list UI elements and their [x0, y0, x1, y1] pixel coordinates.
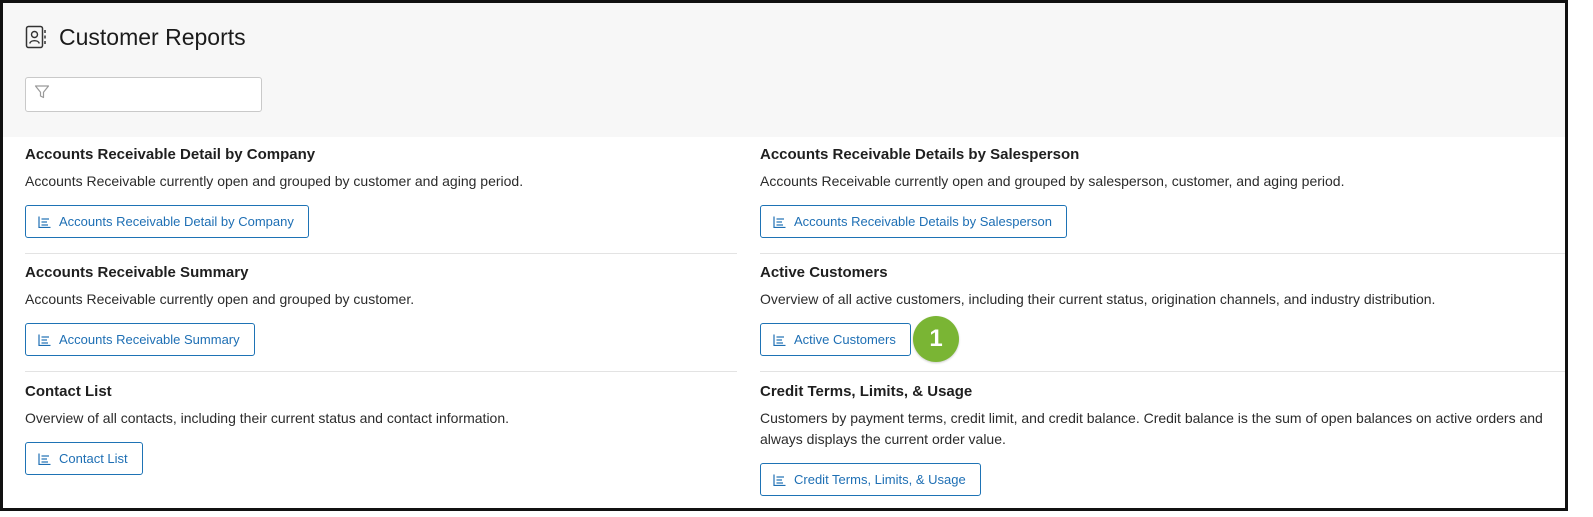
button-label: Accounts Receivable Detail by Company	[59, 214, 294, 229]
report-title: Active Customers	[760, 264, 888, 281]
bar-chart-icon	[38, 334, 51, 346]
report-description: Accounts Receivable currently open and g…	[760, 173, 1345, 189]
report-card: Contact List Overview of all contacts, i…	[25, 382, 735, 475]
divider	[25, 253, 737, 254]
report-title: Accounts Receivable Detail by Company	[25, 146, 316, 163]
report-card: Accounts Receivable Summary Accounts Rec…	[25, 263, 735, 356]
report-description: Overview of all contacts, including thei…	[25, 410, 510, 426]
bar-chart-icon	[773, 216, 786, 228]
page-header: Customer Reports	[25, 23, 246, 51]
filter-icon	[34, 84, 50, 105]
report-card: Accounts Receivable Detail by Company Ac…	[25, 145, 735, 238]
run-report-button[interactable]: Credit Terms, Limits, & Usage	[760, 463, 981, 496]
button-label: Accounts Receivable Summary	[59, 332, 240, 347]
report-description: Accounts Receivable currently open and g…	[25, 173, 524, 189]
report-title: Accounts Receivable Details by Salespers…	[760, 146, 1080, 163]
report-card: Active Customers Overview of all active …	[760, 263, 1470, 356]
report-page: Customer Reports Accounts Receivable Det…	[0, 0, 1568, 511]
report-description: Customers by payment terms, credit limit…	[760, 410, 1543, 447]
contact-book-icon	[25, 25, 47, 49]
run-report-button[interactable]: Accounts Receivable Details by Salespers…	[760, 205, 1067, 238]
button-label: Accounts Receivable Details by Salespers…	[794, 214, 1052, 229]
run-report-button[interactable]: Accounts Receivable Detail by Company	[25, 205, 309, 238]
run-report-button[interactable]: Active Customers	[760, 323, 911, 356]
run-report-button[interactable]: Accounts Receivable Summary	[25, 323, 255, 356]
report-card: Accounts Receivable Details by Salespers…	[760, 145, 1470, 238]
run-report-button[interactable]: Contact List	[25, 442, 143, 475]
bar-chart-icon	[38, 453, 51, 465]
report-description: Overview of all active customers, includ…	[760, 291, 1436, 307]
bar-chart-icon	[773, 474, 786, 486]
filter-box[interactable]	[25, 77, 262, 112]
bar-chart-icon	[38, 216, 51, 228]
page-title: Customer Reports	[59, 24, 246, 50]
divider	[760, 371, 1565, 372]
bar-chart-icon	[773, 334, 786, 346]
button-label: Contact List	[59, 451, 128, 466]
button-label: Credit Terms, Limits, & Usage	[794, 472, 966, 487]
divider	[760, 253, 1565, 254]
report-title: Credit Terms, Limits, & Usage	[760, 383, 973, 400]
filter-input[interactable]	[56, 86, 256, 103]
report-description: Accounts Receivable currently open and g…	[25, 291, 415, 307]
button-label: Active Customers	[794, 332, 896, 347]
report-title: Accounts Receivable Summary	[25, 264, 249, 281]
report-title: Contact List	[25, 383, 112, 400]
divider	[25, 371, 737, 372]
report-card: Credit Terms, Limits, & Usage Customers …	[760, 382, 1550, 496]
step-badge: 1	[913, 316, 959, 362]
